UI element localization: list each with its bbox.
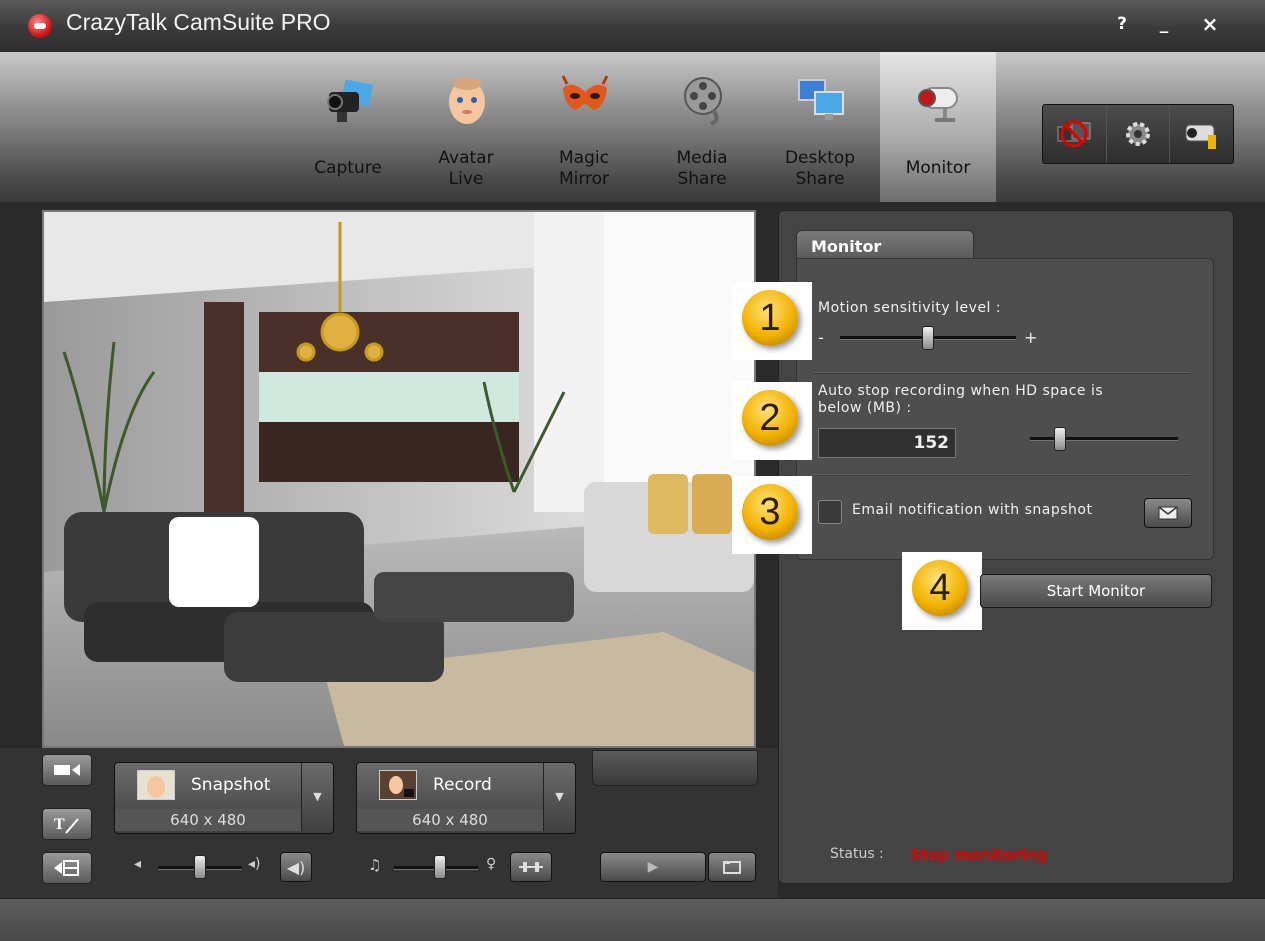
- hd-space-slider-knob[interactable]: [1053, 427, 1066, 451]
- text-tool-icon: T: [54, 816, 79, 834]
- gear-icon: [1126, 122, 1150, 146]
- music-icon: ♫: [368, 856, 382, 874]
- tab-media-share[interactable]: Media Share: [644, 52, 760, 202]
- record-label: Record: [433, 775, 492, 795]
- snapshot-control: Snapshot 640 x 480 ▼: [114, 762, 334, 834]
- hd-space-label: Auto stop recording when HD space is bel…: [818, 383, 1104, 416]
- switch-view-button[interactable]: [42, 754, 92, 786]
- volume-low-icon: ◂: [134, 856, 142, 872]
- tab-avatar-live[interactable]: Avatar Live: [408, 52, 524, 202]
- tab-monitor-settings[interactable]: Monitor: [796, 230, 974, 261]
- mode-nav: Capture Avatar Live Magic Mirror Media S…: [0, 52, 1265, 202]
- step-1-badge: 1: [732, 282, 812, 360]
- snapshot-label: Snapshot: [191, 775, 271, 795]
- step-3-badge: 3: [732, 476, 812, 554]
- speaker-button[interactable]: ◀): [280, 852, 312, 882]
- snapshot-thumbnail-icon: [137, 770, 175, 800]
- envelope-icon: [1158, 506, 1178, 520]
- tab-desktop-share[interactable]: Desktop Share: [762, 52, 878, 202]
- no-webcam-icon: [1057, 120, 1091, 148]
- settings-button[interactable]: [1107, 105, 1171, 163]
- volume-high-icon: ◂): [248, 856, 261, 872]
- tab-capture[interactable]: Capture: [290, 52, 406, 202]
- snapshot-resolution: 640 x 480: [115, 809, 301, 831]
- sensitivity-minus-label: -: [818, 328, 825, 347]
- mask-icon: [561, 75, 609, 110]
- minimize-button[interactable]: _: [1152, 14, 1176, 34]
- status-label: Status :: [830, 846, 884, 862]
- step-1-number: 1: [759, 297, 781, 339]
- chevron-down-icon: ▼: [313, 790, 322, 803]
- microphone-icon: ♀: [486, 856, 497, 872]
- tab-magic-mirror-label: Magic Mirror: [558, 148, 610, 189]
- text-overlay-button[interactable]: T: [42, 808, 92, 840]
- record-control: Record 640 x 480 ▼: [356, 762, 576, 834]
- mixer-icon: [519, 862, 543, 872]
- hd-space-slider[interactable]: [1030, 437, 1178, 441]
- mic-mix-slider-knob[interactable]: [434, 855, 447, 879]
- monitors-icon: [798, 79, 844, 120]
- record-thumbnail-icon: [379, 770, 417, 800]
- snapshot-dropdown[interactable]: ▼: [301, 763, 333, 831]
- svg-text:T: T: [54, 816, 65, 833]
- media-button[interactable]: [42, 852, 92, 884]
- camera-preview: [42, 210, 756, 748]
- room-preview-image: [44, 212, 754, 746]
- record-button[interactable]: Record: [357, 763, 543, 807]
- camera-settings-button[interactable]: [1170, 105, 1233, 163]
- film-reel-icon: [684, 77, 722, 126]
- step-2-badge: 2: [732, 382, 812, 460]
- email-notification-checkbox[interactable]: [818, 500, 842, 524]
- tab-magic-mirror[interactable]: Magic Mirror: [526, 52, 642, 202]
- chevron-down-icon: ▼: [555, 790, 564, 803]
- tab-capture-label: Capture: [314, 158, 382, 178]
- playback-tray: [592, 750, 758, 786]
- email-settings-button[interactable]: [1144, 498, 1192, 528]
- status-value: Stop monitoring: [910, 846, 1048, 864]
- tab-monitor[interactable]: Monitor: [880, 52, 996, 202]
- tab-desktop-share-label: Desktop Share: [784, 148, 856, 189]
- open-folder-button[interactable]: [708, 852, 756, 882]
- start-monitor-button[interactable]: Start Monitor: [980, 574, 1212, 608]
- app-logo-icon: [28, 14, 52, 38]
- folder-icon: [723, 861, 741, 874]
- divider: [814, 372, 1190, 374]
- motion-sensitivity-label: Motion sensitivity level :: [818, 300, 1002, 316]
- panel-tab-label: Monitor: [811, 237, 882, 256]
- close-button[interactable]: ×: [1198, 12, 1222, 36]
- title-bar: CrazyTalk CamSuite PRO ? _ ×: [0, 0, 1265, 53]
- app-window: CrazyTalk CamSuite PRO ? _ × Capture Ava…: [0, 0, 1265, 941]
- baby-face-icon: [449, 78, 485, 124]
- video-view-icon: [54, 764, 80, 776]
- status-bar: [0, 898, 1265, 941]
- play-icon: ▶: [647, 859, 659, 875]
- hd-space-input[interactable]: [818, 428, 956, 458]
- help-button[interactable]: ?: [1110, 14, 1134, 34]
- speaker-icon: ◀): [286, 857, 306, 877]
- play-button[interactable]: ▶: [600, 852, 706, 882]
- email-notification-label: Email notification with snapshot: [852, 502, 1093, 518]
- snapshot-button[interactable]: Snapshot: [115, 763, 301, 807]
- security-camera-icon: [918, 87, 958, 122]
- volume-slider-knob[interactable]: [194, 855, 206, 879]
- step-4-number: 4: [929, 567, 951, 609]
- camera-settings-icon: [1185, 124, 1216, 149]
- app-title: CrazyTalk CamSuite PRO: [66, 9, 331, 35]
- sensitivity-plus-label: +: [1024, 328, 1038, 347]
- audio-setup-button[interactable]: [510, 852, 552, 882]
- system-tools: [1042, 104, 1234, 164]
- record-resolution: 640 x 480: [357, 809, 543, 831]
- tab-media-share-label: Media Share: [676, 148, 728, 189]
- motion-sensitivity-knob[interactable]: [922, 326, 934, 350]
- tab-avatar-live-label: Avatar Live: [438, 148, 494, 189]
- tab-monitor-label: Monitor: [905, 158, 971, 178]
- webcam-off-button[interactable]: [1043, 105, 1107, 163]
- step-4-badge: 4: [902, 552, 982, 630]
- step-3-number: 3: [759, 491, 781, 533]
- media-import-icon: [54, 860, 79, 876]
- record-dropdown[interactable]: ▼: [543, 763, 575, 831]
- step-2-number: 2: [759, 397, 781, 439]
- camera-icon: [327, 79, 373, 122]
- divider: [814, 474, 1190, 476]
